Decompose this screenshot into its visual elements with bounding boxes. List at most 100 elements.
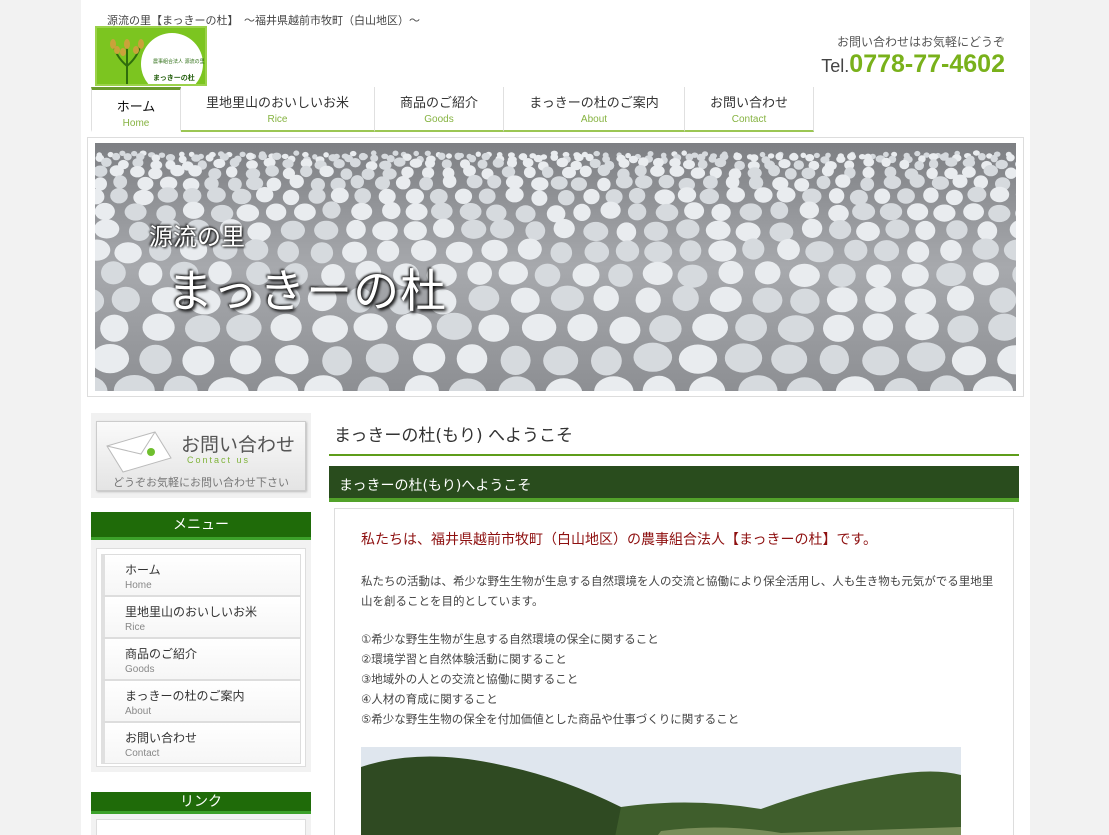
- frost-tuft: [247, 222, 271, 242]
- frost-tuft: [678, 344, 718, 374]
- frost-tuft: [649, 315, 682, 343]
- contact-note: お問い合わせはお気軽にどうぞ: [836, 35, 1005, 49]
- frost-tuft: [735, 314, 767, 342]
- frost-tuft: [523, 166, 536, 178]
- side-menu-item-about[interactable]: まっきーの杜のご案内 About: [101, 680, 301, 722]
- list-item: ④人材の育成に関すること: [361, 692, 498, 706]
- frost-tuft: [931, 176, 950, 190]
- frost-tuft: [789, 153, 799, 161]
- contact-banner[interactable]: お問い合わせ Contact us どうぞお気軽にお問い合わせ下さい: [91, 413, 311, 498]
- nav-item-home[interactable]: ホーム Home: [91, 87, 181, 132]
- frost-tuft: [354, 188, 372, 204]
- frost-tuft: [654, 189, 675, 205]
- frost-tuft: [346, 219, 366, 240]
- frost-tuft: [574, 153, 584, 162]
- frost-tuft: [844, 239, 868, 261]
- frost-tuft: [967, 186, 987, 203]
- frost-tuft: [358, 152, 368, 161]
- frost-tuft: [725, 175, 740, 189]
- frost-tuft: [422, 167, 435, 179]
- frost-tuft: [972, 238, 999, 260]
- frost-tuft: [995, 159, 1008, 170]
- frost-tuft: [615, 175, 633, 189]
- frost-tuft: [711, 203, 731, 221]
- sidebar: お問い合わせ Contact us どうぞお気軽にお問い合わせ下さい メニュー …: [91, 413, 311, 835]
- side-menu-item-rice[interactable]: 里地里山のおいしいお米 Rice: [101, 596, 301, 638]
- frost-tuft: [110, 188, 128, 204]
- frost-tuft: [669, 165, 685, 177]
- side-menu-item-contact[interactable]: お問い合わせ Contact: [101, 722, 301, 764]
- nav-label: 里地里山のおいしいお米: [205, 96, 349, 111]
- lead-text: 私たちは、福井県越前市牧町（白山地区）の農事組合法人【まっきーの杜】です。: [361, 532, 878, 548]
- frost-tuft: [703, 175, 718, 189]
- frost-tuft: [952, 174, 968, 188]
- hero-frame: 源流の里 まっきーの杜: [87, 137, 1024, 397]
- frost-tuft: [300, 165, 313, 178]
- frost-tuft: [550, 153, 559, 161]
- frost-tuft: [821, 165, 834, 177]
- nav-item-about[interactable]: まっきーの杜のご案内 About: [504, 87, 685, 132]
- nav-item-rice[interactable]: 里地里山のおいしいお米 Rice: [181, 87, 375, 132]
- frost-tuft: [521, 313, 557, 342]
- main-content: まっきーの杜(もり) へようこそ まっきーの杜(もり)へようこそ 私たちは、福井…: [329, 413, 1019, 835]
- site-logo[interactable]: 農事組合法人 源流の里 まっきーの杜: [95, 26, 207, 86]
- frost-tuft: [928, 159, 939, 169]
- frost-tuft: [349, 158, 361, 168]
- frost-tuft: [802, 188, 822, 204]
- frost-tuft: [481, 152, 491, 161]
- frost-tuft: [265, 165, 279, 177]
- frost-tuft: [550, 176, 568, 190]
- nav-item-goods[interactable]: 商品のご紹介 Goods: [375, 87, 504, 132]
- frost-tuft: [437, 152, 446, 160]
- frost-tuft: [801, 218, 823, 238]
- frost-tuft: [468, 285, 500, 311]
- side-menu-item-goods[interactable]: 商品のご紹介 Goods: [101, 638, 301, 680]
- frost-tuft: [424, 150, 431, 156]
- frost-tuft: [849, 189, 868, 206]
- frost-tuft: [801, 167, 816, 179]
- frost-tuft: [909, 174, 925, 188]
- frost-tuft: [901, 263, 929, 287]
- frost-tuft: [525, 221, 546, 241]
- frost-tuft: [148, 167, 163, 180]
- frost-tuft: [708, 240, 737, 262]
- frost-tuft: [579, 165, 592, 177]
- frost-tuft: [945, 189, 963, 206]
- phone-number[interactable]: Tel.0778-77-4602: [821, 50, 1005, 79]
- frost-tuft: [505, 187, 524, 203]
- frost-tuft: [947, 315, 979, 343]
- frost-tuft: [615, 240, 640, 262]
- frost-tuft: [583, 221, 609, 242]
- frost-tuft: [543, 346, 579, 376]
- frost-tuft: [534, 263, 561, 287]
- frost-tuft: [515, 205, 536, 223]
- frost-tuft: [409, 158, 423, 168]
- frost-tuft: [739, 203, 762, 221]
- frost-tuft: [229, 345, 262, 375]
- frost-tuft: [114, 242, 142, 264]
- frost-tuft: [684, 202, 705, 220]
- nav-item-contact[interactable]: お問い合わせ Contact: [685, 87, 814, 132]
- frost-tuft: [907, 203, 929, 221]
- frost-tuft: [101, 261, 126, 285]
- frost-tuft: [246, 160, 258, 170]
- frost-tuft: [188, 165, 202, 177]
- frost-tuft: [361, 168, 375, 180]
- frost-tuft: [486, 204, 507, 222]
- contact-banner-note: どうぞお気軽にお問い合わせ下さい: [113, 476, 289, 489]
- logo-small-text: 農事組合法人 源流の里: [153, 59, 205, 65]
- frost-tuft: [777, 315, 815, 343]
- frost-tuft: [182, 346, 215, 376]
- frost-tuft: [777, 238, 800, 261]
- side-menu-item-home[interactable]: ホーム Home: [101, 554, 301, 596]
- frost-tuft: [836, 155, 846, 163]
- frost-tuft: [634, 165, 647, 177]
- frost-tuft: [897, 188, 915, 204]
- frost-tuft: [478, 188, 496, 204]
- frost-tuft: [793, 160, 804, 170]
- frost-tuft: [643, 221, 668, 241]
- frost-tuft: [1006, 154, 1015, 162]
- frost-tuft: [672, 285, 699, 311]
- tel-prefix: Tel.: [821, 56, 850, 76]
- frost-tuft: [124, 203, 147, 221]
